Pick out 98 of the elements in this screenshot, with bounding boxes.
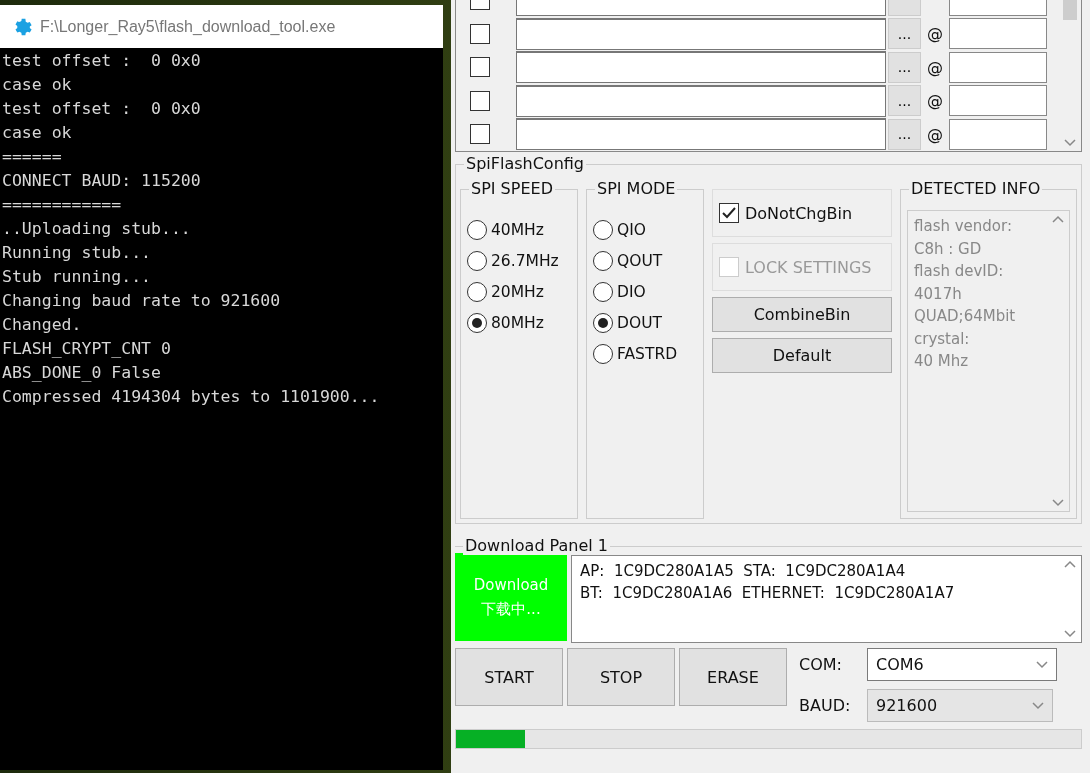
radio-button[interactable] (593, 344, 613, 364)
radio-button[interactable] (467, 282, 487, 302)
console-line: Changing baud rate to 921600 (2, 290, 282, 312)
console-line: ============ (2, 194, 123, 216)
file-path-field[interactable] (516, 84, 886, 117)
radio-label: FASTRD (617, 345, 678, 363)
action-button[interactable]: STOP (567, 648, 675, 706)
radio-option[interactable]: 80MHz (467, 313, 571, 333)
radio-option[interactable]: QIO (593, 220, 697, 240)
checkbox-label: LOCK SETTINGS (745, 257, 872, 277)
mac-line: AP: 1C9DC280A1A5 STA: 1C9DC280A1A4 (580, 561, 907, 582)
check-icon (721, 205, 737, 221)
checkbox[interactable] (719, 203, 739, 223)
browse-button[interactable]: ... (888, 118, 921, 150)
mac-line: BT: 1C9DC280A1A6 ETHERNET: 1C9DC280A1A7 (580, 583, 956, 604)
radio-option[interactable]: FASTRD (593, 344, 697, 364)
file-path-field[interactable] (516, 51, 886, 84)
console-line: FLASH_CRYPT_CNT 0 (2, 338, 172, 360)
baud-dropdown[interactable]: 921600 (867, 689, 1053, 722)
window-title: F:\Longer_Ray5\flash_download_tool.exe (40, 17, 336, 36)
radio-label: 40MHz (491, 221, 544, 239)
console-line: CONNECT BAUD: 115200 (2, 170, 202, 192)
field-label: BAUD: (799, 696, 852, 715)
radio-label: 20MHz (491, 283, 544, 301)
com-dropdown[interactable]: COM6 (867, 648, 1057, 681)
scroll-down-icon[interactable] (1036, 660, 1048, 669)
radio-button[interactable] (593, 220, 613, 240)
at-sign: @ (926, 124, 944, 144)
file-path-field[interactable] (516, 17, 886, 50)
browse-button[interactable]: ... (888, 85, 921, 117)
radio-label: DIO (617, 283, 646, 301)
info-line: flash vendor: (914, 216, 1013, 237)
console-line: ..Uploading stub... (2, 218, 192, 240)
scroll-down-icon[interactable] (1064, 630, 1076, 638)
at-sign: @ (926, 57, 944, 77)
console-line: Compressed 4194304 bytes to 1101900... (2, 386, 381, 408)
radio-option[interactable]: 26.7MHz (467, 251, 571, 271)
field-label: COM: (799, 655, 843, 674)
browse-button[interactable]: ... (888, 51, 921, 83)
console-line: Running stub... (2, 242, 152, 264)
console-line: ABS_DONE_0 False (2, 362, 162, 384)
address-field[interactable] (949, 118, 1047, 150)
console-line: test offset : 0 0x0 (2, 50, 202, 72)
console-line: case ok (2, 74, 73, 96)
radio-button[interactable] (467, 313, 487, 333)
checkbox[interactable] (470, 124, 490, 145)
action-button[interactable]: Default (712, 338, 892, 373)
checkbox-label: DoNotChgBin (745, 203, 853, 223)
action-button[interactable]: ERASE (679, 648, 787, 706)
info-line: 40 Mhz (914, 351, 970, 372)
scroll-thumb[interactable] (1063, 0, 1077, 20)
checkbox[interactable] (470, 57, 490, 78)
radio-label: QIO (617, 221, 646, 239)
browse-button[interactable]: ... (888, 18, 921, 50)
info-line: flash devID: (914, 261, 1005, 282)
group-title: SpiFlashConfig (464, 154, 587, 173)
at-sign: @ (926, 91, 944, 111)
radio-button[interactable] (467, 220, 487, 240)
radio-button[interactable] (467, 251, 487, 271)
radio-label: QOUT (617, 252, 663, 270)
scroll-down-icon[interactable] (1032, 701, 1044, 710)
address-field[interactable] (949, 85, 1047, 117)
radio-option[interactable]: DOUT (593, 313, 697, 333)
radio-button[interactable] (593, 313, 613, 333)
console-line: Changed. (2, 314, 83, 336)
address-field[interactable] (949, 51, 1047, 83)
info-line: 4017h (914, 283, 963, 305)
console-line: Stub running... (2, 266, 152, 288)
action-button[interactable]: CombineBin (712, 297, 892, 332)
group-title: Download Panel 1 (463, 536, 611, 555)
radio-button[interactable] (593, 251, 613, 271)
checkbox[interactable] (470, 90, 490, 111)
scroll-down-icon[interactable] (1052, 499, 1064, 507)
info-line: crystal: (914, 328, 971, 350)
scroll-up-icon[interactable] (1064, 560, 1076, 568)
radio-option[interactable]: QOUT (593, 251, 697, 271)
radio-label: 26.7MHz (491, 252, 559, 270)
scroll-down-icon[interactable] (1064, 139, 1076, 147)
radio-label: DOUT (617, 314, 662, 332)
info-line: QUAD;64Mbit (914, 306, 1017, 327)
radio-option[interactable]: 40MHz (467, 220, 571, 240)
radio-option[interactable]: DIO (593, 282, 697, 302)
action-button[interactable]: START (455, 648, 563, 706)
address-field[interactable] (949, 18, 1047, 50)
radio-label: 80MHz (491, 314, 544, 332)
status-text: 下载中... (481, 599, 541, 619)
radio-option[interactable]: 20MHz (467, 282, 571, 302)
console-line: test offset : 0 0x0 (2, 98, 202, 120)
radio-button[interactable] (593, 282, 613, 302)
scroll-up-icon[interactable] (1052, 215, 1064, 223)
checkbox[interactable] (470, 23, 490, 44)
at-sign: @ (926, 24, 944, 44)
status-text: Download (473, 575, 549, 594)
checkbox-option[interactable]: DoNotChgBin (712, 189, 892, 237)
info-line: C8h : GD (914, 238, 983, 260)
console-line: case ok (2, 122, 73, 144)
file-path-field[interactable] (516, 118, 886, 151)
console-line: ====== (2, 146, 63, 168)
